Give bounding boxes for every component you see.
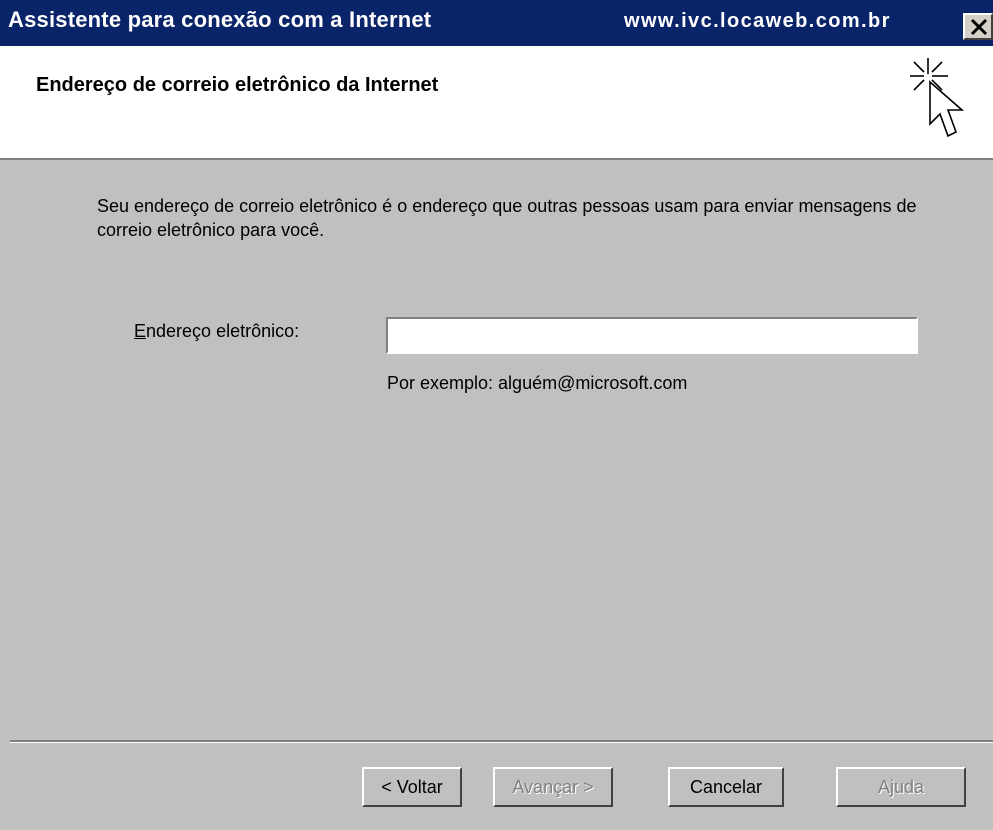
email-field[interactable] xyxy=(386,317,918,354)
back-button-label: < Voltar xyxy=(381,777,443,797)
page-title: Endereço de correio eletrônico da Intern… xyxy=(36,74,439,96)
wizard-cursor-icon xyxy=(910,58,965,138)
description-text: Seu endereço de correio eletrônico é o e… xyxy=(97,196,917,240)
close-button[interactable] xyxy=(963,13,993,40)
help-button[interactable]: Ajuda xyxy=(836,767,966,807)
wizard-header: Endereço de correio eletrônico da Intern… xyxy=(0,46,993,158)
next-button-label: Avançar > xyxy=(512,777,594,797)
cancel-button[interactable]: Cancelar xyxy=(668,767,784,807)
back-button[interactable]: < Voltar xyxy=(362,767,462,807)
cancel-button-label: Cancelar xyxy=(689,777,763,797)
window-title: Assistente para conexão com a Internet xyxy=(8,7,432,32)
email-label-text: ndereço eletrônico: xyxy=(146,321,300,341)
help-button-label: Ajuda xyxy=(877,777,925,797)
wizard-content: Seu endereço de correio eletrônico é o e… xyxy=(0,160,993,830)
title-bar[interactable]: Assistente para conexão com a Internet w… xyxy=(0,0,993,46)
close-icon xyxy=(970,18,988,36)
buttons-separator xyxy=(10,740,993,743)
window-url: www.ivc.locaweb.com.br xyxy=(624,10,891,32)
next-button[interactable]: Avançar > xyxy=(493,767,613,807)
email-label: Endereço eletrônico: xyxy=(134,321,299,342)
email-label-mnemonic: E xyxy=(134,321,147,341)
email-example: Por exemplo: alguém@microsoft.com xyxy=(387,373,688,393)
